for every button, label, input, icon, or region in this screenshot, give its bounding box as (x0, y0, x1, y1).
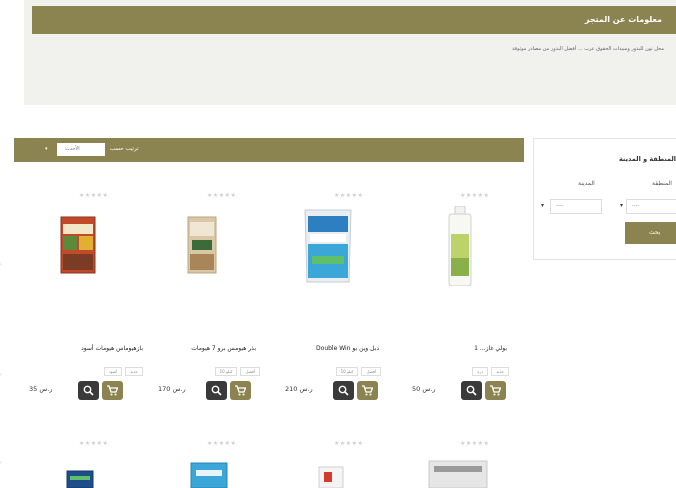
product-image[interactable] (66, 470, 94, 488)
cart-icon (362, 385, 373, 396)
add-to-cart-button[interactable] (357, 381, 378, 400)
edge-mark: › (0, 460, 2, 466)
product-tag: أسود (103, 367, 123, 376)
add-to-cart-button[interactable] (102, 381, 123, 400)
product-price: 50 ر.س (412, 385, 436, 393)
product-tag: ذرة (472, 367, 489, 376)
rating-stars: ★★★★★ (207, 440, 237, 447)
product-name[interactable]: بذر هيومس برو 7 هيومات (191, 345, 256, 352)
chevron-down-icon: ▾ (620, 202, 624, 209)
product-name[interactable]: بولي غاز... 1 (474, 345, 507, 352)
product-tag: جديد (491, 367, 509, 376)
region-select[interactable]: ---- (626, 199, 676, 214)
product-card[interactable]: ★★★★★ بذر هيومس برو 7 هيومات 10 كيلو أفضل… (150, 192, 270, 432)
rating-stars: ★★★★★ (460, 192, 490, 199)
search-icon (466, 385, 477, 396)
product-card[interactable]: ★★★★★ بازهيوماس هيومات أسود أسود جديد 35 … (24, 192, 144, 432)
rating-stars: ★★★★★ (207, 192, 237, 199)
search-icon (211, 385, 222, 396)
product-price: 210 ر.س (285, 385, 313, 393)
rating-stars: ★★★★★ (334, 192, 364, 199)
rating-stars: ★★★★★ (79, 440, 109, 447)
product-tag: 10 كيلو (214, 367, 238, 376)
product-tag: أفضل (361, 367, 381, 376)
add-to-cart-button[interactable] (485, 381, 506, 400)
cart-icon (107, 385, 118, 396)
city-label: المدينة (578, 180, 595, 187)
edge-mark: › (0, 262, 2, 268)
product-image[interactable] (318, 466, 344, 488)
product-image[interactable] (187, 216, 217, 274)
filter-title: المنطقة و المدينة (618, 155, 676, 163)
product-tag: 10 كيلو (335, 367, 359, 376)
city-select[interactable]: ---- (550, 199, 602, 214)
product-price: 170 ر.س (158, 385, 186, 393)
product-tag: أفضل (240, 367, 260, 376)
product-name[interactable]: دبل وين بو Double Win (316, 345, 379, 352)
product-tags: 10 كيلو أفضل (212, 358, 260, 377)
product-name[interactable]: بازهيوماس هيومات أسود (81, 345, 143, 352)
product-image[interactable] (190, 462, 228, 488)
product-image[interactable] (428, 460, 488, 488)
search-icon (338, 385, 349, 396)
product-image[interactable] (302, 208, 354, 284)
product-price: 35 ر.س (29, 385, 53, 393)
cart-icon (235, 385, 246, 396)
product-tags: أسود جديد (101, 358, 143, 377)
quick-view-button[interactable] (78, 381, 99, 400)
product-tags: ذرة جديد (469, 358, 509, 377)
search-icon (83, 385, 94, 396)
rating-stars: ★★★★★ (460, 440, 490, 447)
quick-view-button[interactable] (461, 381, 482, 400)
product-image[interactable] (447, 206, 473, 286)
store-info-description: محل نون للبذور ومبيدات الحقوق عرب ... أف… (512, 46, 664, 52)
chevron-down-icon: ▾ (541, 202, 545, 209)
region-label: المنطقة (652, 180, 672, 187)
cart-icon (490, 385, 501, 396)
products-toolbar: ترتيب حسب الأحدث ▾ (14, 138, 524, 162)
rating-stars: ★★★★★ (334, 440, 364, 447)
sort-label: ترتيب حسب (110, 146, 139, 152)
product-tag: جديد (125, 367, 143, 376)
rating-stars: ★★★★★ (79, 192, 109, 199)
product-tags: 10 كيلو أفضل (333, 358, 381, 377)
add-to-cart-button[interactable] (230, 381, 251, 400)
product-image[interactable] (60, 216, 96, 274)
product-card[interactable]: ★★★★★ دبل وين بو Double Win 10 كيلو أفضل … (277, 192, 397, 432)
edge-mark: › (0, 372, 2, 378)
quick-view-button[interactable] (206, 381, 227, 400)
sort-select[interactable]: الأحدث (57, 143, 105, 156)
store-info-header: معلومات عن المتجر (32, 6, 676, 34)
store-info-title: معلومات عن المتجر (584, 15, 662, 24)
chevron-down-icon: ▾ (45, 146, 48, 152)
product-card[interactable]: ★★★★★ بولي غاز... 1 ذرة جديد 50 ر.س (405, 192, 525, 432)
quick-view-button[interactable] (333, 381, 354, 400)
filter-search-button[interactable]: بحث (625, 222, 676, 244)
